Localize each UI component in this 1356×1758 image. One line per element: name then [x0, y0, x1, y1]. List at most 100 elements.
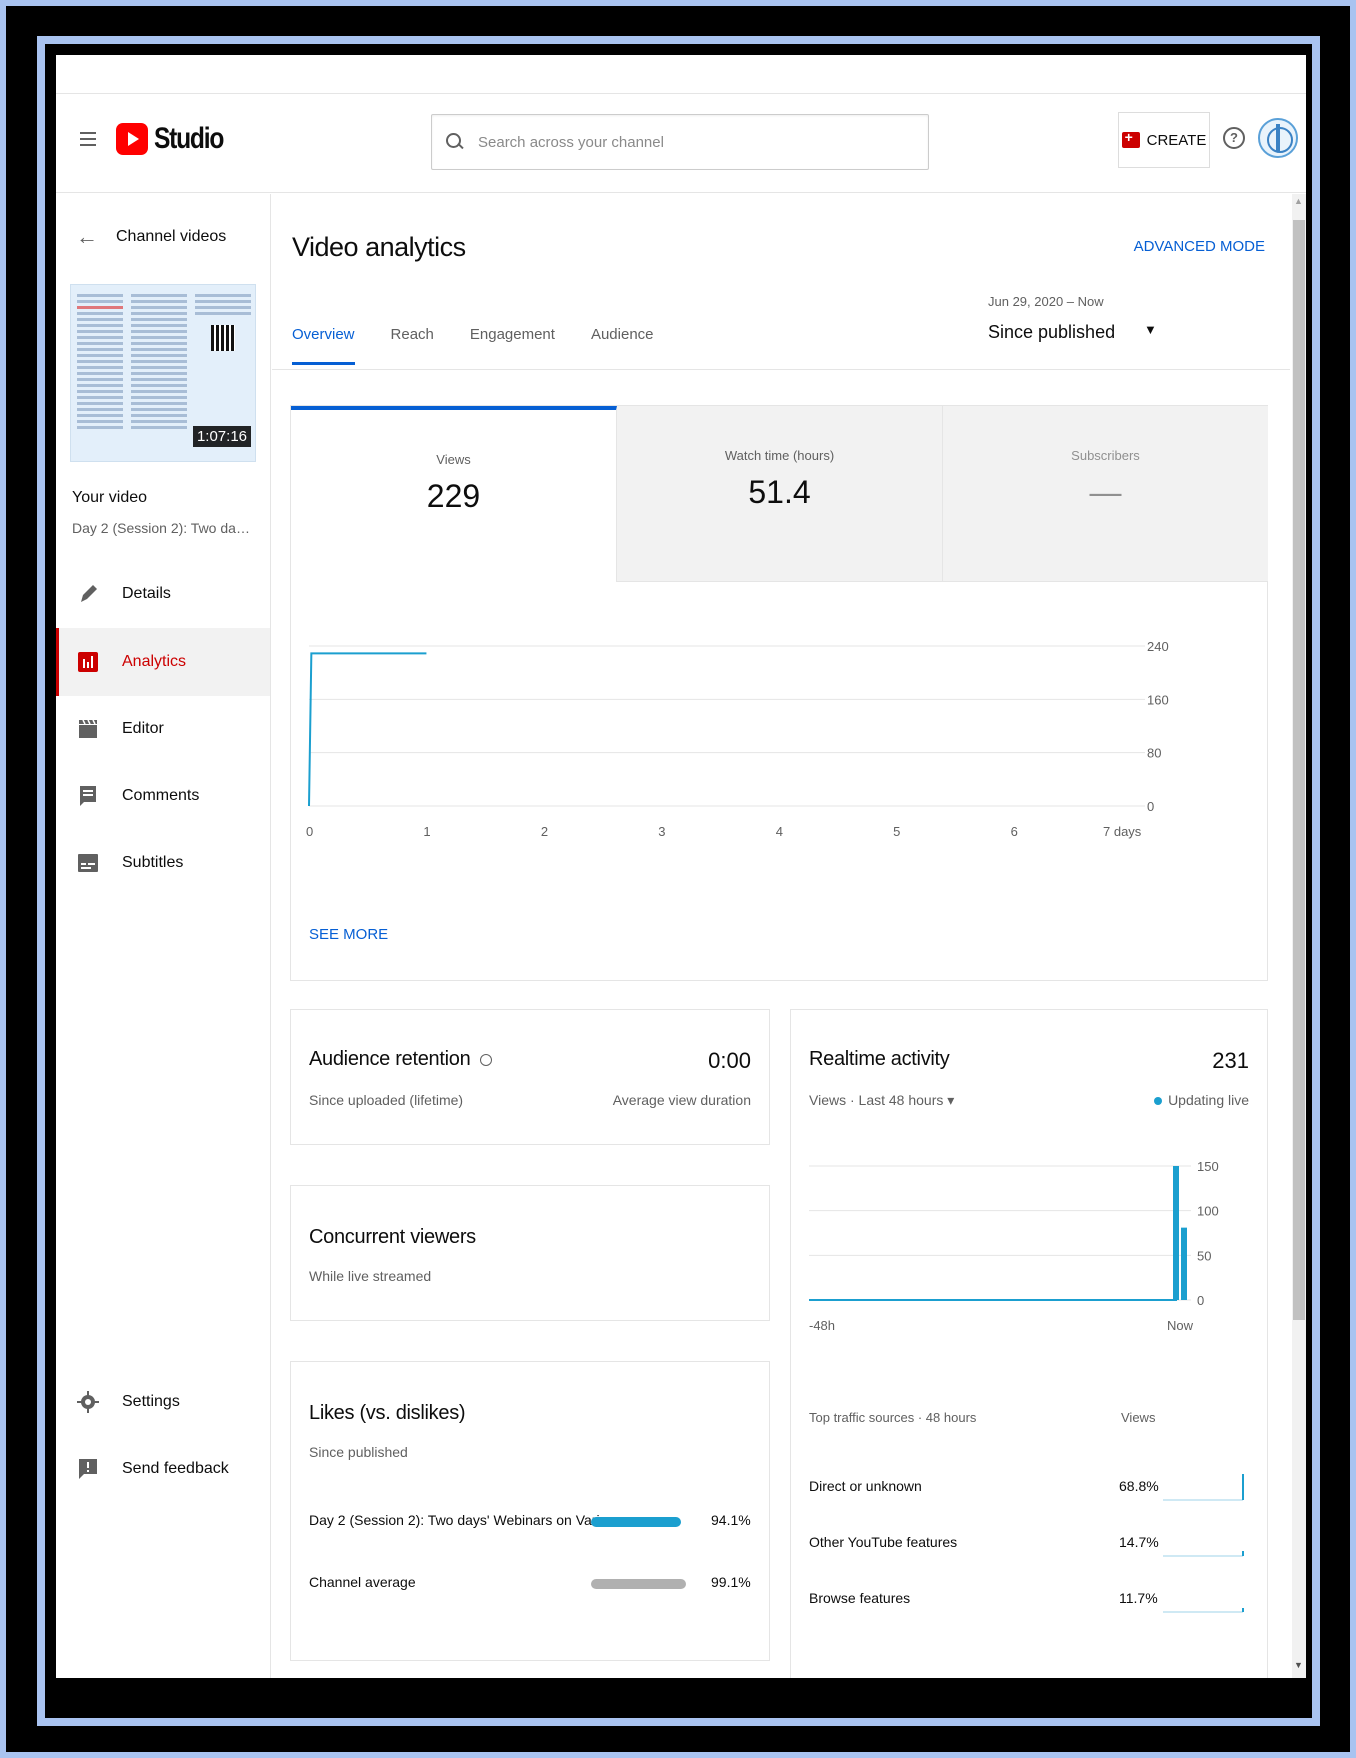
tabs-divider: [272, 369, 1290, 370]
back-label: Channel videos: [116, 228, 227, 245]
help-icon[interactable]: ?: [1223, 127, 1245, 149]
like-percent: 99.1%: [711, 1574, 751, 1590]
back-arrow-icon: ←: [76, 224, 98, 249]
video-add-icon: [1121, 129, 1140, 148]
metric-label: Subscribers: [1071, 448, 1140, 463]
likes-card[interactable]: Likes (vs. dislikes) Since published Day…: [290, 1361, 770, 1661]
back-to-channel-videos[interactable]: ← Channel videos: [76, 224, 226, 250]
tab-overview[interactable]: Overview: [292, 326, 355, 365]
thumbnail-column: [75, 291, 125, 457]
search-input[interactable]: [478, 133, 858, 151]
traffic-percent: 14.7%: [1119, 1534, 1159, 1550]
metric-value: 51.4: [748, 474, 811, 510]
sidebar-item-subtitles[interactable]: Subtitles: [56, 829, 270, 897]
realtime-subtitle: Views · Last 48 hours: [809, 1092, 944, 1108]
sidebar-item-comments[interactable]: Comments: [56, 762, 270, 830]
menu-icon[interactable]: [80, 132, 96, 146]
metric-value: —: [1089, 474, 1122, 510]
create-button[interactable]: CREATE: [1118, 112, 1210, 168]
realtime-bar: [1173, 1166, 1179, 1300]
y-tick-label: 0: [1197, 1293, 1204, 1308]
y-tick-label: 160: [1147, 692, 1169, 707]
advanced-mode-link[interactable]: ADVANCED MODE: [1134, 238, 1265, 255]
realtime-bar: [1181, 1227, 1187, 1300]
traffic-row: Direct or unknown 68.8%: [809, 1478, 1219, 1494]
y-tick-label: 50: [1197, 1248, 1211, 1263]
card-title: Realtime activity: [809, 1048, 950, 1070]
x-tick-label: 7 days: [1103, 824, 1142, 839]
sidebar-item-settings[interactable]: Settings: [56, 1368, 270, 1436]
sidebar-item-analytics[interactable]: Analytics: [56, 628, 270, 696]
page-title: Video analytics: [292, 232, 466, 262]
clock-icon: [480, 1053, 493, 1066]
traffic-source-label: Browse features: [809, 1590, 911, 1606]
live-label: Updating live: [1168, 1092, 1249, 1108]
live-dot-icon: [1154, 1097, 1163, 1106]
metric-label: Views: [436, 452, 471, 467]
realtime-period-select[interactable]: Views · Last 48 hours ▾: [809, 1092, 954, 1109]
like-ratio-bar: [591, 1579, 686, 1589]
views-line-chart: 0 80 160 240 0 1 2 3 4 5 6 7 days: [306, 639, 1169, 839]
like-percent: 94.1%: [711, 1512, 751, 1528]
caret-down-icon[interactable]: ▼: [1144, 322, 1157, 337]
avatar[interactable]: [1258, 118, 1298, 158]
y-tick-label: 0: [1147, 799, 1154, 814]
date-range-text: Jun 29, 2020 – Now: [988, 294, 1104, 309]
tab-engagement[interactable]: Engagement: [470, 326, 555, 365]
caret-down-icon: ▾: [947, 1092, 955, 1108]
sidebar-item-details[interactable]: Details: [56, 560, 270, 628]
see-more-link[interactable]: SEE MORE: [309, 926, 388, 943]
sidebar-item-send-feedback[interactable]: Send feedback: [56, 1435, 270, 1503]
realtime-views: 231: [1212, 1048, 1249, 1073]
average-view-duration-label: Average view duration: [612, 1092, 751, 1108]
metric-value: 229: [426, 478, 481, 514]
analytics-tabs: Overview Reach Engagement Audience: [292, 326, 690, 365]
traffic-percent: 68.8%: [1119, 1478, 1159, 1494]
traffic-sparkline: [1163, 1474, 1244, 1501]
like-row-label: Day 2 (Session 2): Two days' Webinars on…: [309, 1512, 638, 1528]
scrollbar-thumb[interactable]: [1293, 220, 1305, 1320]
x-tick-label: 2: [541, 824, 548, 839]
scroll-down-icon[interactable]: ▼: [1294, 1660, 1303, 1670]
pencil-icon: [81, 585, 97, 602]
clapperboard-icon: [79, 719, 97, 738]
tab-audience[interactable]: Audience: [591, 326, 654, 365]
sidebar-item-label: Analytics: [122, 653, 187, 670]
y-tick-label: 240: [1147, 639, 1169, 654]
audience-retention-card[interactable]: Audience retention Since uploaded (lifet…: [290, 1009, 770, 1145]
analytics-icon: [78, 652, 98, 672]
traffic-source-label: Direct or unknown: [809, 1478, 922, 1494]
top-bar: Studio CREATE ?: [56, 93, 1306, 193]
your-video-label: Your video: [72, 489, 148, 506]
concurrent-viewers-card[interactable]: Concurrent viewers While live streamed: [290, 1185, 770, 1321]
search-box[interactable]: [431, 114, 929, 170]
metric-subscribers[interactable]: Subscribers —: [943, 406, 1268, 582]
youtube-logo-icon: [116, 123, 148, 155]
card-subtitle: While live streamed: [309, 1268, 432, 1284]
card-subtitle: Since published: [309, 1444, 408, 1460]
studio-logo[interactable]: Studio: [116, 122, 238, 156]
realtime-activity-card[interactable]: Realtime activity 231 Views · Last 48 ho…: [790, 1009, 1268, 1678]
card-title: Audience retention: [309, 1048, 493, 1071]
traffic-percent: 11.7%: [1119, 1590, 1158, 1606]
metric-watch-time[interactable]: Watch time (hours) 51.4: [617, 406, 943, 582]
traffic-row: Browse features 11.7%: [809, 1590, 1219, 1606]
sidebar-item-label: Editor: [122, 720, 164, 737]
y-tick-label: 100: [1197, 1204, 1219, 1219]
create-label: CREATE: [1146, 131, 1207, 149]
video-thumbnail[interactable]: 1:07:16: [70, 284, 256, 462]
metric-views[interactable]: Views 229: [291, 406, 617, 582]
overview-card: Views 229 Watch time (hours) 51.4 Subscr…: [290, 405, 1268, 981]
tab-reach[interactable]: Reach: [391, 326, 434, 365]
sidebar-item-label: Details: [122, 585, 171, 602]
updating-live-badge: Updating live: [1154, 1092, 1249, 1108]
gear-icon: [77, 1391, 99, 1413]
date-range-select[interactable]: Since published: [988, 322, 1115, 343]
studio-screen: Studio CREATE ? ← Channel videos: [56, 55, 1306, 1678]
qr-code-icon: [211, 325, 235, 351]
scroll-up-icon[interactable]: ▲: [1294, 196, 1303, 206]
video-title[interactable]: Day 2 (Session 2): Two days' Webin...: [72, 520, 256, 536]
metric-label: Watch time (hours): [724, 448, 835, 463]
sidebar-item-editor[interactable]: Editor: [56, 695, 270, 763]
traffic-sparkline: [1163, 1551, 1244, 1557]
